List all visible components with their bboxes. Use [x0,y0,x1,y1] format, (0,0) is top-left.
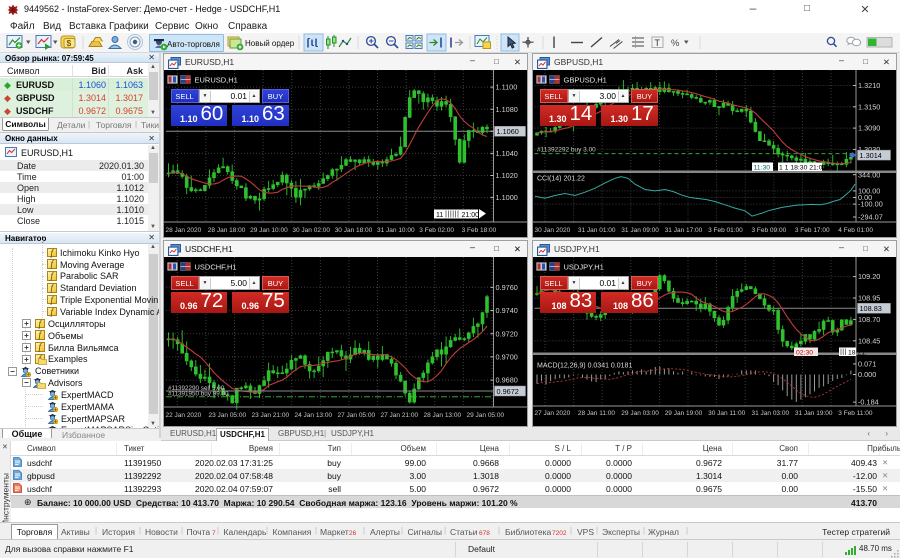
svg-text:23 Jan 05:00: 23 Jan 05:00 [209,412,247,419]
svg-text:#11392292 buy 3.00: #11392292 buy 3.00 [537,147,596,154]
svg-text:1 1 18:30 21:00: 1 1 18:30 21:00 [779,164,826,171]
svg-text:30 Jan 18:00: 30 Jan 18:00 [335,227,373,234]
svg-text:0.9740: 0.9740 [496,306,518,315]
svg-text:%: % [671,38,680,49]
svg-text:18 21:: 18 21: [848,349,867,356]
svg-text:0.9720: 0.9720 [496,329,518,338]
svg-text:USDJPY,H1: USDJPY,H1 [564,263,604,272]
svg-text:0.071: 0.071 [858,360,876,369]
svg-text:27 Jan 2020: 27 Jan 2020 [535,410,571,417]
svg-text:-294.07: -294.07 [858,213,883,222]
svg-text:108.45: 108.45 [858,336,880,345]
svg-text:3 Feb 11:00: 3 Feb 11:00 [838,410,873,417]
svg-text:1.3014: 1.3014 [860,151,882,160]
svg-text:29 Jan 05:00: 29 Jan 05:00 [467,412,505,419]
svg-text:1.1060: 1.1060 [497,127,519,136]
svg-text:30 Jan 11:00: 30 Jan 11:00 [708,410,745,417]
svg-text:3 Feb 01:00: 3 Feb 01:00 [708,227,743,234]
svg-text:1.1040: 1.1040 [496,149,518,158]
svg-text:1.3150: 1.3150 [858,102,880,111]
svg-text:31 Jan 09:00: 31 Jan 09:00 [621,227,659,234]
svg-text:31 Jan 10:00: 31 Jan 10:00 [377,227,415,234]
svg-text:3 Feb 09:00: 3 Feb 09:00 [752,227,787,234]
svg-text:29 Jan 03:00: 29 Jan 03:00 [621,410,659,417]
svg-text:USDCHF,H1: USDCHF,H1 [195,263,237,272]
svg-text:0.9672: 0.9672 [497,387,519,396]
svg-text:1.3090: 1.3090 [858,124,880,133]
svg-text:21:00: 21:00 [462,212,480,219]
svg-text:MACD(12,26,9) 0.0341 0.0181: MACD(12,26,9) 0.0341 0.0181 [537,363,632,370]
svg-text:31 Jan 03:00: 31 Jan 03:00 [752,410,790,417]
svg-text:27 Jan 05:00: 27 Jan 05:00 [338,412,376,419]
svg-text:GBPUSD,H1: GBPUSD,H1 [564,76,607,85]
svg-text:#11391950 buy 99.00: #11391950 buy 99.00 [168,391,229,398]
svg-text:22 Jan 2020: 22 Jan 2020 [166,412,202,419]
svg-text:0.9700: 0.9700 [496,353,518,362]
svg-text:EURUSD,H1: EURUSD,H1 [195,76,238,85]
svg-text:31 Jan 19:00: 31 Jan 19:00 [795,410,833,417]
svg-text:28 Jan 2020: 28 Jan 2020 [166,227,202,234]
svg-text:1.1000: 1.1000 [496,193,518,202]
svg-text:28 Jan 11:00: 28 Jan 11:00 [578,410,615,417]
svg-text:11: 11 [436,212,443,219]
svg-text:30 Jan 02:00: 30 Jan 02:00 [292,227,330,234]
svg-text:31 Jan 17:00: 31 Jan 17:00 [665,227,703,234]
svg-text:3 Feb 18:00: 3 Feb 18:00 [462,227,497,234]
svg-text:30 Jan 2020: 30 Jan 2020 [535,227,571,234]
svg-text:0.9680: 0.9680 [496,376,518,385]
svg-text:27 Jan 21:00: 27 Jan 21:00 [381,412,419,419]
svg-text:3 Feb 17:00: 3 Feb 17:00 [795,227,830,234]
svg-text:29 Jan 19:00: 29 Jan 19:00 [665,410,703,417]
svg-text:02:30: 02:30 [796,349,813,356]
svg-text:4 Feb 01:00: 4 Feb 01:00 [838,227,873,234]
svg-text:28 Jan 13:00: 28 Jan 13:00 [424,412,462,419]
svg-text:108.95: 108.95 [858,294,880,303]
svg-text:1.1020: 1.1020 [496,171,518,180]
svg-text:T: T [655,38,661,48]
svg-text:109.20: 109.20 [858,272,880,281]
svg-text:11:30: 11:30 [754,164,771,171]
svg-text:23 Jan 21:00: 23 Jan 21:00 [252,412,290,419]
svg-text:-100.00: -100.00 [858,200,883,209]
svg-text:1.1080: 1.1080 [496,105,518,114]
svg-text:24 Jan 13:00: 24 Jan 13:00 [295,412,333,419]
svg-text:CCI(14) 201.22: CCI(14) 201.22 [537,176,585,183]
svg-text:31 Jan 01:00: 31 Jan 01:00 [578,227,616,234]
svg-text:1.1100: 1.1100 [496,83,518,92]
svg-text:344.00: 344.00 [858,170,880,179]
svg-text:0.000: 0.000 [858,370,876,379]
svg-text:1.3210: 1.3210 [858,81,880,90]
svg-text:108.83: 108.83 [860,304,882,313]
svg-text:-0.184: -0.184 [858,398,879,407]
svg-text:3 Feb 02:00: 3 Feb 02:00 [419,227,454,234]
svg-text:0.9760: 0.9760 [496,283,518,292]
svg-text:108.70: 108.70 [858,315,880,324]
svg-text:29 Jan 10:00: 29 Jan 10:00 [250,227,288,234]
svg-text:28 Jan 18:00: 28 Jan 18:00 [208,227,246,234]
